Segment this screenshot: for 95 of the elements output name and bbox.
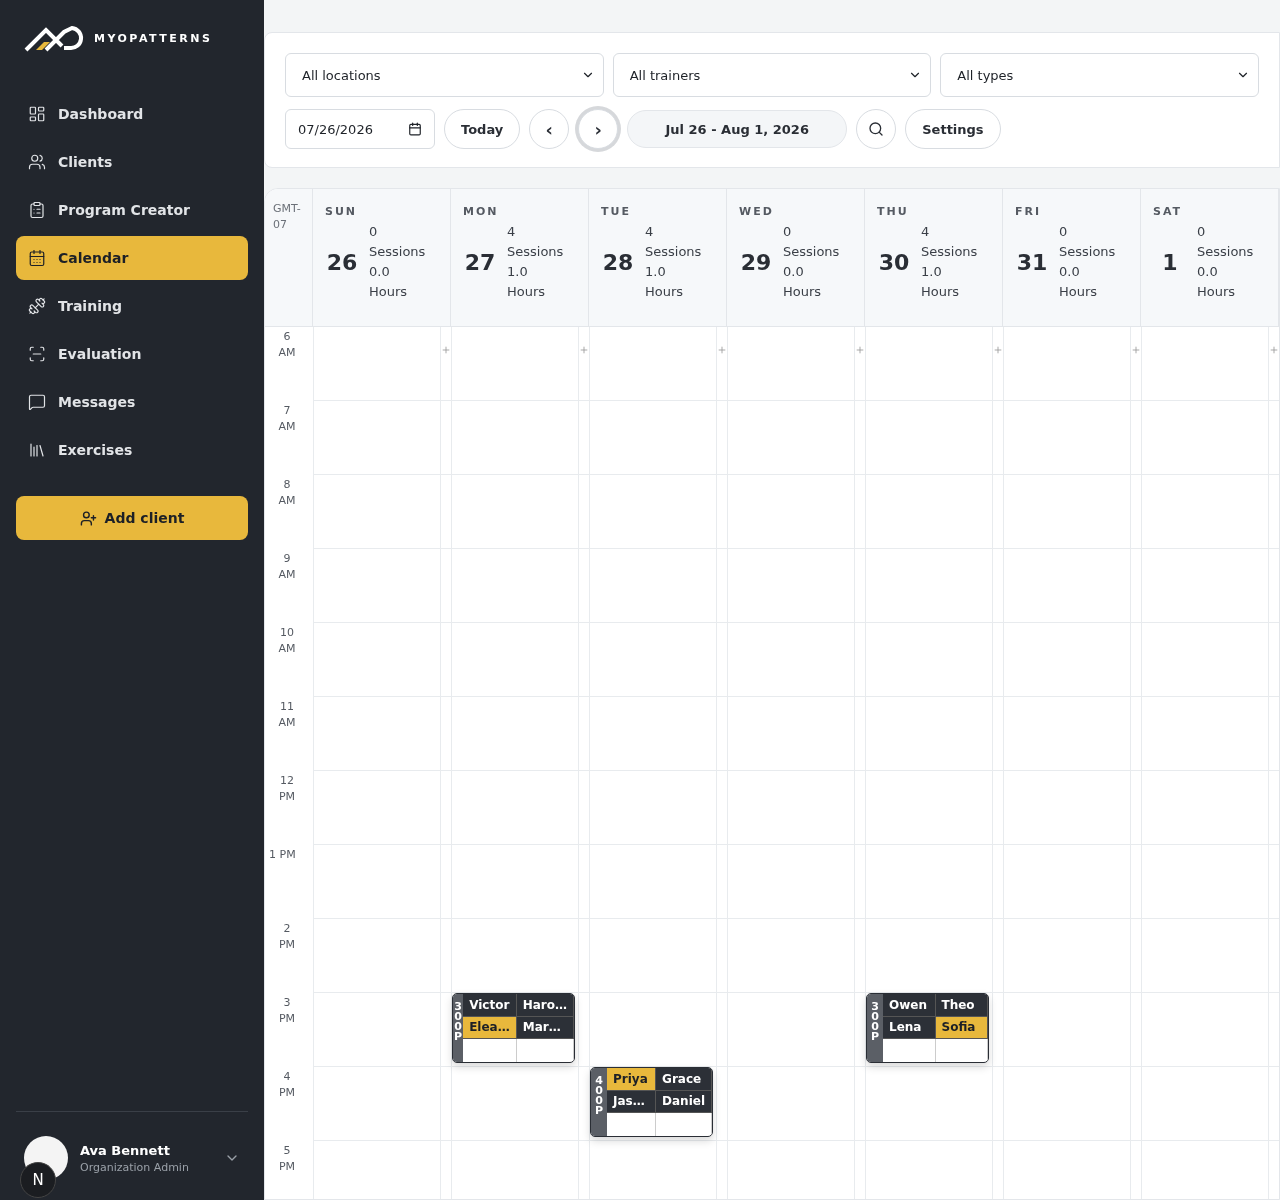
- session-time: 4 0 0 P: [591, 1068, 607, 1136]
- attendee-name[interactable]: Elea…: [463, 1016, 517, 1040]
- user-badge[interactable]: N: [20, 1162, 56, 1198]
- day-name: WED: [739, 205, 775, 218]
- date-range: Jul 26 - Aug 1, 2026: [627, 110, 848, 148]
- dashboard-icon: [28, 105, 46, 123]
- previous-button[interactable]: ‹: [529, 109, 570, 149]
- attendee-name[interactable]: Jas…: [607, 1090, 657, 1114]
- sidebar-item[interactable]: Program Creator: [16, 188, 248, 232]
- plus-icon[interactable]: [1131, 345, 1141, 355]
- add-client-button[interactable]: Add client: [16, 496, 248, 540]
- calendar-icon: [28, 249, 46, 267]
- day-date: 27: [463, 249, 497, 275]
- session-count: 4 Sessions: [507, 223, 565, 261]
- session-time: 3 0 0 P: [453, 994, 464, 1062]
- hours-count: 0.0 Hours: [369, 263, 409, 301]
- hour-label: 11 AM: [277, 699, 297, 731]
- day-date: 26: [325, 249, 359, 275]
- scan-icon: [28, 345, 46, 363]
- today-button[interactable]: Today: [444, 109, 521, 149]
- attendee-name[interactable]: Theo: [935, 994, 988, 1017]
- brand-name: MYOPATTERNS: [94, 31, 213, 45]
- session-count: 0 Sessions: [783, 223, 841, 261]
- day-date: 29: [739, 249, 773, 275]
- session-count: 0 Sessions: [369, 223, 427, 261]
- sidebar-item[interactable]: Training: [16, 284, 248, 328]
- hour-label: 2 PM: [277, 921, 297, 953]
- hour-label: 7 AM: [277, 403, 297, 435]
- hours-count: 0.0 Hours: [1197, 263, 1237, 301]
- day-date: 30: [877, 249, 911, 275]
- session-time: 3 0 0 P: [867, 994, 883, 1062]
- plus-icon[interactable]: [855, 345, 865, 355]
- message-icon: [28, 393, 46, 411]
- attendee-name[interactable]: Haro…: [516, 994, 574, 1017]
- hours-count: 0.0 Hours: [783, 263, 823, 301]
- day-name: TUE: [601, 205, 632, 218]
- users-icon: [28, 153, 46, 171]
- attendee-name[interactable]: Priya: [607, 1068, 657, 1091]
- settings-button[interactable]: Settings: [905, 109, 1001, 149]
- dumbbell-icon: [28, 297, 46, 315]
- hour-label: 12 PM: [277, 773, 297, 805]
- day-date: 31: [1015, 249, 1049, 275]
- session-count: 0 Sessions: [1059, 223, 1117, 261]
- next-button[interactable]: ›: [578, 109, 619, 149]
- hour-label: 5 PM: [277, 1143, 297, 1175]
- attendee-name[interactable]: Daniel: [656, 1090, 712, 1114]
- hours-count: 1.0 Hours: [645, 263, 685, 301]
- date-field[interactable]: 07/26/2026: [285, 109, 435, 149]
- search-button[interactable]: [856, 109, 897, 149]
- filter-select[interactable]: All types: [940, 53, 1259, 97]
- day-name: THU: [877, 205, 910, 218]
- sidebar-item[interactable]: Messages: [16, 380, 248, 424]
- plus-icon[interactable]: [579, 345, 589, 355]
- filter-select[interactable]: All trainers: [612, 53, 932, 97]
- attendee-name[interactable]: Grace: [656, 1068, 712, 1091]
- user-plus-icon: [79, 509, 97, 527]
- calendar-icon: [408, 122, 422, 136]
- books-icon: [28, 441, 46, 459]
- hour-label: 9 AM: [277, 551, 297, 583]
- search-icon: [868, 121, 885, 137]
- plus-icon[interactable]: [717, 345, 727, 355]
- day-name: SAT: [1153, 205, 1184, 218]
- attendee-name[interactable]: Lena: [883, 1016, 936, 1040]
- day-name: MON: [463, 205, 500, 218]
- sidebar-item[interactable]: Calendar: [16, 236, 248, 280]
- hours-count: 1.0 Hours: [921, 263, 961, 301]
- day-date: 28: [601, 249, 635, 275]
- user-role: Organization Admin: [80, 1160, 190, 1174]
- session-count: 4 Sessions: [645, 223, 703, 261]
- clipboard-icon: [28, 201, 46, 219]
- hours-count: 0.0 Hours: [1059, 263, 1099, 301]
- plus-icon[interactable]: [1269, 345, 1279, 355]
- day-name: FRI: [1015, 205, 1043, 218]
- sidebar-item[interactable]: Evaluation: [16, 332, 248, 376]
- filter-select[interactable]: All locations: [285, 53, 604, 97]
- hour-label: 4 PM: [277, 1069, 297, 1101]
- day-name: SUN: [325, 205, 359, 218]
- hour-label: 10 AM: [277, 625, 297, 657]
- sidebar-item[interactable]: Exercises: [16, 428, 248, 472]
- sidebar-item[interactable]: Dashboard: [16, 92, 248, 136]
- hour-label: 1 PM: [268, 847, 297, 863]
- attendee-name[interactable]: Owen: [883, 994, 936, 1017]
- hour-label: 8 AM: [277, 477, 297, 509]
- hour-label: 3 PM: [277, 995, 297, 1027]
- day-date: 1: [1161, 249, 1179, 275]
- session-count: 0 Sessions: [1197, 223, 1255, 261]
- sidebar-item[interactable]: Clients: [16, 140, 248, 184]
- plus-icon[interactable]: [993, 345, 1003, 355]
- session-count: 4 Sessions: [921, 223, 979, 261]
- user-name: Ava Bennett: [80, 1142, 171, 1158]
- timezone-label: GMT-07: [265, 189, 313, 326]
- plus-icon[interactable]: [441, 345, 451, 355]
- attendee-name[interactable]: Victor: [463, 994, 517, 1017]
- hours-count: 1.0 Hours: [507, 263, 547, 301]
- hour-label: 6 AM: [277, 329, 297, 361]
